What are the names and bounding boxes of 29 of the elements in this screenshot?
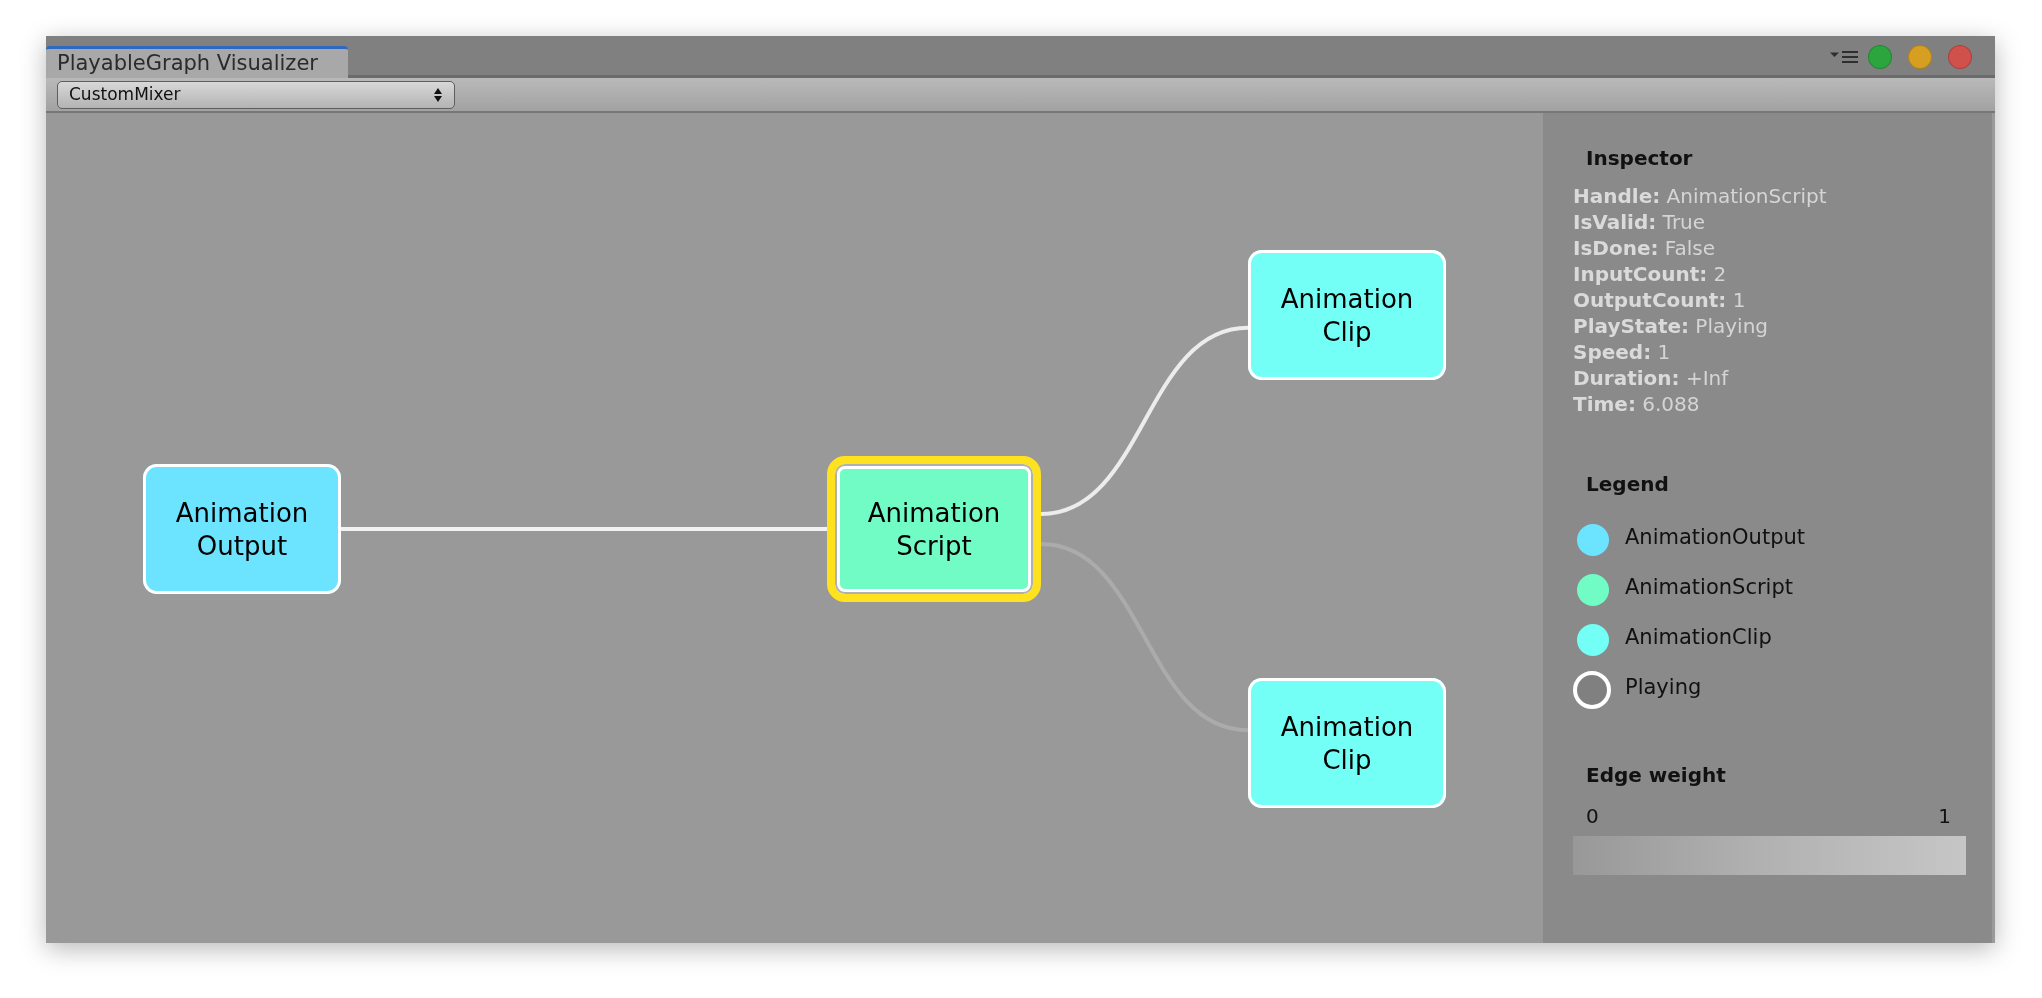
legend-label: AnimationOutput [1625,523,1805,550]
close-button[interactable] [1948,45,1972,69]
graph-dropdown[interactable]: CustomMixer [57,80,455,109]
inspector-field: IsValid: True [1573,209,1966,235]
up-down-arrows-icon [434,87,442,102]
section-heading: Inspector [1585,146,1694,170]
maximize-button[interactable] [1868,45,1892,69]
legend-label: AnimationClip [1625,623,1772,650]
section-heading: Legend [1585,472,1670,496]
section-heading: Edge weight [1585,763,1727,787]
legend-label: Playing [1625,673,1702,700]
inspector-field: Handle: AnimationScript [1573,183,1966,209]
inspector-field: IsDone: False [1573,235,1966,261]
scale-min-label: 0 [1586,804,1599,828]
inspector-field: Duration: +Inf [1573,365,1966,391]
menu-icon[interactable] [1830,51,1858,63]
scale-max-label: 1 [1938,804,1951,828]
inspector-field: PlayState: Playing [1573,313,1966,339]
inspector-field: OutputCount: 1 [1573,287,1966,313]
graph-node[interactable]: Animation Output [143,464,341,594]
inspector-field: Speed: 1 [1573,339,1966,365]
window-tab[interactable]: PlayableGraph Visualizer [46,46,348,78]
minimize-button[interactable] [1908,45,1932,69]
inspector-field: InputCount: 2 [1573,261,1966,287]
inspector-field: Time: 6.088 [1573,391,1966,417]
graph-node[interactable]: Animation Clip [1248,250,1446,380]
legend-label: AnimationScript [1625,573,1793,600]
graph-node[interactable]: Animation Script [827,456,1041,602]
graph-node[interactable]: Animation Clip [1248,678,1446,808]
